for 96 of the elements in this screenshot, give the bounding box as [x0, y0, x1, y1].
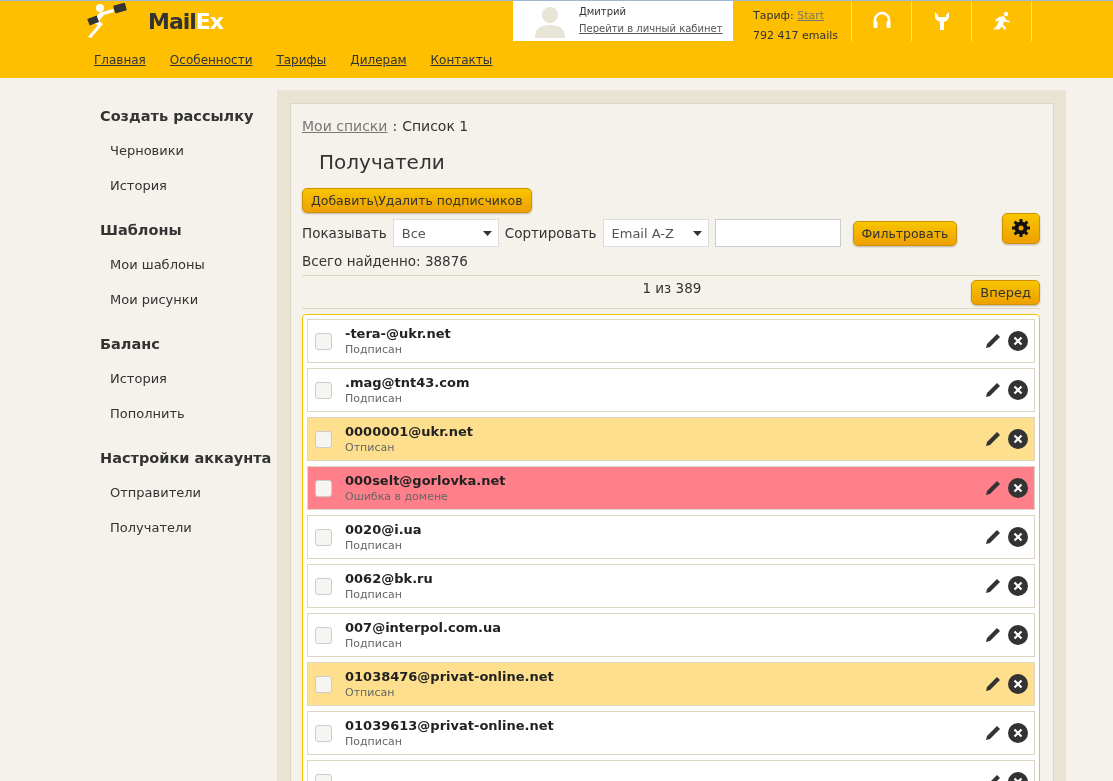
row-checkbox[interactable]: [315, 626, 332, 644]
pencil-icon[interactable]: [984, 577, 1002, 595]
recipient-status: Отписан: [345, 686, 396, 699]
add-remove-subscribers-button[interactable]: Добавить\Удалить подписчиков: [302, 188, 532, 213]
pencil-icon[interactable]: [984, 626, 1002, 644]
recipient-email: -tera-@ukr.net: [345, 326, 451, 341]
user-name: Дмитрий: [579, 6, 628, 17]
recipient-row[interactable]: .mag@tnt43.com Подписан: [307, 368, 1035, 412]
recipient-status: Отписан: [345, 441, 396, 454]
close-icon[interactable]: [1008, 478, 1028, 498]
close-icon[interactable]: [1008, 380, 1028, 400]
row-checkbox[interactable]: [315, 479, 332, 497]
sidebar-heading[interactable]: Создать рассылку: [100, 90, 277, 134]
pencil-icon[interactable]: [984, 724, 1002, 742]
avatar-icon: [533, 4, 567, 38]
recipient-email: 01039613@privat-online.net: [345, 718, 554, 733]
nav-link[interactable]: Тарифы: [276, 53, 327, 67]
settings-button[interactable]: [1002, 212, 1040, 244]
recipient-row[interactable]: 007@interpol.com.ua Подписан: [307, 613, 1035, 657]
nav-link[interactable]: Особенности: [169, 53, 253, 67]
breadcrumb-current: Список 1: [402, 118, 469, 134]
recipient-status: Подписан: [345, 735, 403, 748]
close-icon[interactable]: [1008, 576, 1028, 596]
pencil-icon[interactable]: [984, 381, 1002, 399]
tariff-label: Тариф:: [753, 9, 794, 22]
caret-icon: [482, 230, 492, 236]
recipient-row[interactable]: 0062@bk.ru Подписан: [307, 564, 1035, 608]
recipient-email: 0062@bk.ru: [345, 571, 433, 586]
row-checkbox[interactable]: [315, 577, 332, 595]
close-icon[interactable]: [1008, 527, 1028, 547]
breadcrumb-link[interactable]: Мои списки: [302, 118, 388, 134]
sort-label: Сортировать: [504, 225, 597, 241]
row-checkbox[interactable]: [315, 724, 332, 742]
recipient-email: 01038476@privat-online.net: [345, 669, 554, 684]
recipient-row[interactable]: 000selt@gorlovka.net Ошибка в домене: [307, 466, 1035, 510]
recipient-email: 0000001@ukr.net: [345, 424, 473, 439]
recipient-status: Подписан: [345, 343, 403, 356]
pencil-icon[interactable]: [984, 332, 1002, 350]
recipient-row[interactable]: 0000001@ukr.net Отписан: [307, 417, 1035, 461]
close-icon[interactable]: [1008, 625, 1028, 645]
nav-link[interactable]: Контакты: [430, 53, 493, 67]
total-found: Всего найденно: 38876: [302, 253, 469, 269]
emails-count: 792 417 emails: [753, 28, 840, 44]
show-dropdown[interactable]: Все: [392, 219, 499, 247]
account-link[interactable]: Перейти в личный кабинет: [579, 23, 723, 34]
sidebar-heading[interactable]: Шаблоны: [100, 204, 277, 248]
sidebar-item[interactable]: Пополнить: [100, 397, 277, 432]
sidebar-item[interactable]: Мои шаблоны: [100, 248, 277, 283]
sidebar-item[interactable]: Черновики: [100, 134, 277, 169]
sidebar-item[interactable]: История: [100, 362, 277, 397]
filter-button[interactable]: Фильтровать: [852, 220, 958, 246]
row-checkbox[interactable]: [315, 430, 332, 448]
close-icon[interactable]: [1008, 429, 1028, 449]
logo-text: MailEx: [148, 8, 224, 34]
row-checkbox[interactable]: [315, 332, 332, 350]
page-heading: Получатели: [319, 150, 446, 174]
nav-link[interactable]: Главная: [94, 53, 146, 67]
recipient-email: 007@interpol.com.ua: [345, 620, 502, 635]
show-label: Показывать: [302, 225, 387, 241]
pencil-icon[interactable]: [984, 479, 1002, 497]
pencil-icon[interactable]: [984, 430, 1002, 448]
sidebar-heading[interactable]: Баланс: [100, 318, 277, 362]
recipient-status: Подписан: [345, 637, 403, 650]
page-indicator: 1 из 389: [642, 280, 702, 296]
row-checkbox[interactable]: [315, 528, 332, 546]
recipient-row[interactable]: 0020@i.ua Подписан: [307, 515, 1035, 559]
sidebar-item[interactable]: Отправители: [100, 476, 277, 511]
close-icon[interactable]: [1008, 723, 1028, 743]
sidebar-item[interactable]: История: [100, 169, 277, 204]
next-button[interactable]: Вперед: [971, 280, 1040, 305]
filter-input[interactable]: [714, 219, 841, 247]
close-icon[interactable]: [1008, 674, 1028, 694]
recipient-email: 000selt@gorlovka.net: [345, 473, 506, 488]
close-icon[interactable]: [1008, 331, 1028, 351]
pencil-icon[interactable]: [984, 528, 1002, 546]
pencil-icon[interactable]: [984, 675, 1002, 693]
row-checkbox[interactable]: [315, 381, 332, 399]
row-checkbox[interactable]: [315, 675, 332, 693]
recipient-email: .mag@tnt43.com: [345, 375, 470, 390]
nav-link[interactable]: Дилерам: [350, 53, 407, 67]
caret-icon: [692, 230, 702, 236]
recipient-status: Подписан: [345, 588, 403, 601]
recipient-status: Подписан: [345, 539, 403, 552]
sidebar-heading[interactable]: Настройки аккаунта: [100, 432, 277, 476]
recipient-row[interactable]: -tera-@ukr.net Подписан: [307, 319, 1035, 363]
recipient-row[interactable]: 01039613@privat-online.net Подписан: [307, 711, 1035, 755]
recipient-row[interactable]: 01038476@privat-online.net Отписан: [307, 662, 1035, 706]
recipient-status: Подписан: [345, 392, 403, 405]
breadcrumb-separator: :: [392, 118, 398, 134]
sidebar-item[interactable]: Мои рисунки: [100, 283, 277, 318]
runner-logo-icon: [84, 3, 128, 39]
settings-icon: [1012, 219, 1030, 237]
recipient-email: 0020@i.ua: [345, 522, 422, 537]
sidebar-item[interactable]: Получатели: [100, 511, 277, 546]
recipient-status: Ошибка в домене: [345, 490, 449, 503]
sort-dropdown[interactable]: Email A-Z: [602, 219, 709, 247]
